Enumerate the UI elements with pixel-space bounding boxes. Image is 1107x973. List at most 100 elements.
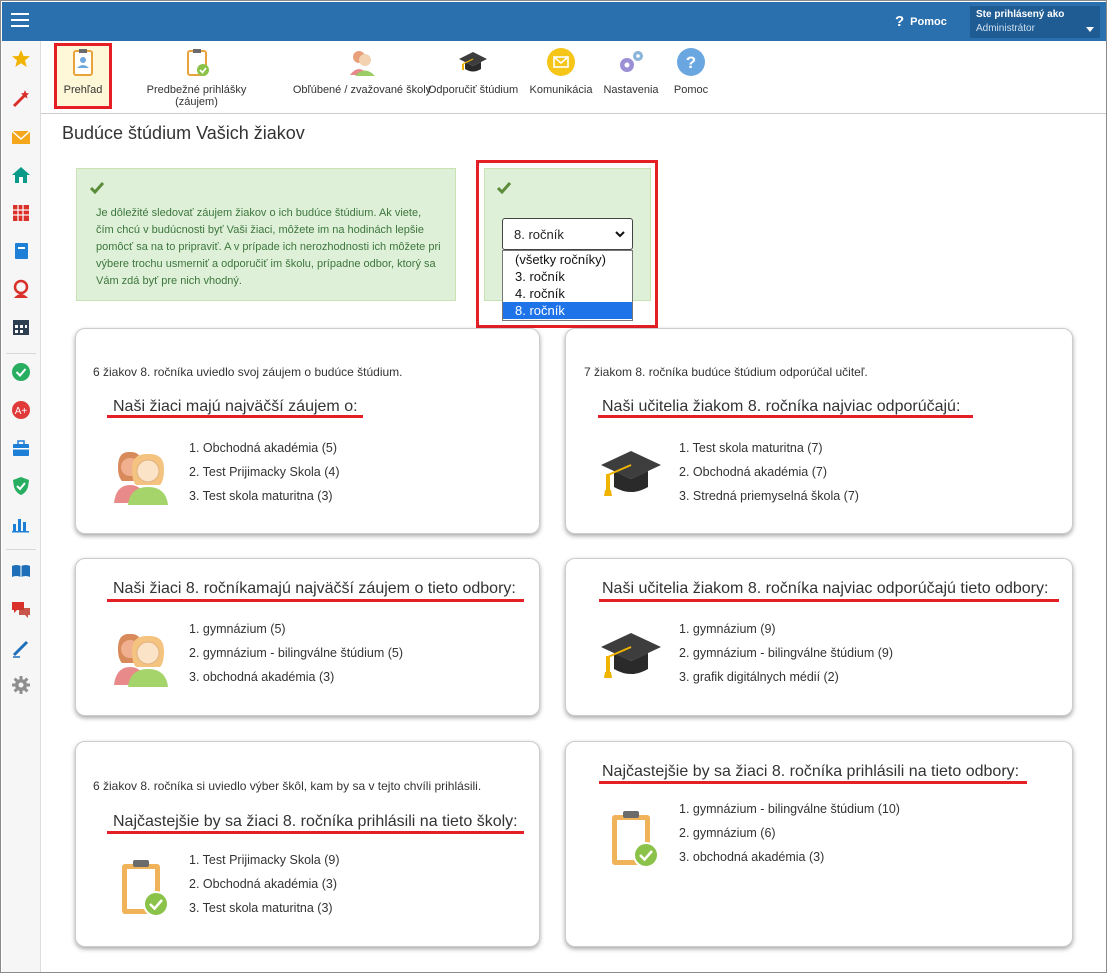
toolbar-item-label: Obľúbené / zvažované školy (292, 84, 432, 96)
sidebar-divider (6, 549, 36, 550)
clipboard-check-icon (122, 860, 169, 917)
list-item: 1. gymnázium - bilingválne štúdium (10) (679, 802, 900, 816)
app-window: ? Pomoc Ste prihlásený ako Administrátor … (0, 0, 1107, 973)
check-circle-icon[interactable] (11, 362, 31, 382)
card-applications-schools: 6 žiakov 8. ročníka si uviedlo výber škô… (75, 741, 540, 947)
toolbar-item-label: Predbežné prihlášky (záujem) (146, 84, 247, 108)
caret-down-icon (1086, 27, 1094, 32)
list-item: 3. obchodná akadémia (3) (189, 670, 335, 684)
user-menu[interactable]: Ste prihlásený ako Administrátor (970, 6, 1100, 38)
toolbar-item-nastavenia[interactable]: Nastavenia (601, 47, 661, 96)
list-item: 3. Stredná priemyselná škola (7) (679, 489, 859, 503)
students-icon (114, 633, 168, 687)
graduation-cap-icon (459, 52, 487, 72)
heading-underline (599, 781, 1027, 784)
card-teacher-recommend-schools: 7 žiakom 8. ročníka budúce štúdium odpor… (565, 328, 1073, 534)
star-icon[interactable] (11, 49, 31, 69)
magic-wand-icon[interactable] (11, 88, 31, 108)
toolbar-item-label: Pomoc (673, 84, 709, 96)
list-item: 1. Obchodná akadémia (5) (189, 441, 338, 455)
shield-check-icon[interactable] (11, 476, 31, 496)
list-item: 2. Test Prijimacky Skola (4) (189, 465, 340, 479)
hamburger-menu-icon[interactable] (11, 13, 29, 27)
list-item: 1. gymnázium (9) (679, 622, 776, 636)
students-icon (350, 51, 375, 76)
toolbar-item-pomoc[interactable]: ? Pomoc (669, 47, 713, 96)
chat-icon[interactable] (11, 599, 31, 619)
grade-option-selected[interactable]: 8. ročník (503, 302, 632, 319)
card-heading: Naši žiaci 8. ročníkamajú najväčší záuje… (113, 580, 516, 597)
toolbar-item-predbezne-prihlasky[interactable]: Predbežné prihlášky (záujem) (124, 47, 269, 108)
top-bar: ? Pomoc Ste prihlásený ako Administrátor (2, 2, 1106, 41)
toolbar-divider (41, 113, 1106, 114)
card-intro: 7 žiakom 8. ročníka budúce štúdium odpor… (584, 365, 868, 379)
notebook-icon[interactable] (11, 241, 31, 261)
envelope-icon[interactable] (11, 127, 31, 147)
heading-underline (599, 599, 1059, 602)
bar-chart-icon[interactable] (11, 514, 31, 534)
toolbar-item-label: Nastavenia (603, 84, 659, 96)
card-heading: Naši žiaci majú najväčší záujem o: (113, 398, 358, 415)
card-heading: Naši učitelia žiakom 8. ročníka najviac … (602, 580, 1049, 597)
toolbar-item-oblubene-skoly[interactable]: Obľúbené / zvažované školy (279, 47, 445, 96)
user-label: Ste prihlásený ako (976, 9, 1065, 20)
heading-underline (107, 415, 363, 418)
ranking-list: 1. Test Prijimacky Skola (9) 2. Obchodná… (189, 852, 340, 924)
list-item: 2. gymnázium (6) (679, 826, 776, 840)
toolbar-item-odporucit-studium[interactable]: Odporučiť štúdium (427, 47, 519, 96)
user-role: Administrátor (976, 23, 1035, 34)
grade-select-value: 8. ročník (514, 227, 564, 242)
card-heading: Najčastejšie by sa žiaci 8. ročníka prih… (602, 763, 1020, 780)
list-item: 3. Test skola maturitna (3) (189, 901, 333, 915)
heading-underline (598, 415, 973, 418)
ranking-list: 1. gymnázium - bilingválne štúdium (10) … (679, 801, 900, 873)
list-item: 1. Test skola maturitna (7) (679, 441, 823, 455)
clipboard-check-icon (186, 49, 209, 76)
help-link[interactable]: ? Pomoc (895, 13, 947, 30)
person-icon[interactable] (11, 279, 31, 299)
ranking-list: 1. gymnázium (5) 2. gymnázium - bilingvá… (189, 621, 403, 693)
gears-icon (620, 51, 643, 72)
grade-icon[interactable]: A+ (11, 400, 31, 420)
heading-underline (107, 599, 524, 602)
heading-underline (107, 831, 524, 834)
ranking-list: 1. Test skola maturitna (7) 2. Obchodná … (679, 440, 859, 512)
toolbar-item-prehlad[interactable]: Prehľad (58, 47, 108, 96)
svg-text:?: ? (686, 53, 696, 72)
grade-option[interactable]: (všetky ročníky) (503, 251, 632, 268)
grade-dropdown-list: (všetky ročníky) 3. ročník 4. ročník 8. … (502, 250, 633, 321)
briefcase-icon[interactable] (11, 438, 31, 458)
students-icon (114, 451, 168, 505)
toolbar-item-label: Prehľad (63, 84, 103, 96)
calendar-grid-icon[interactable] (11, 203, 31, 223)
schedule-icon[interactable] (11, 317, 31, 337)
card-teacher-recommend-programs: Naši učitelia žiakom 8. ročníka najviac … (565, 558, 1073, 716)
card-intro: 6 žiakov 8. ročníka uviedlo svoj záujem … (93, 365, 403, 379)
pen-icon[interactable] (11, 638, 31, 658)
list-item: 1. gymnázium (5) (189, 622, 286, 636)
book-icon[interactable] (11, 561, 31, 581)
grade-option[interactable]: 3. ročník (503, 268, 632, 285)
toolbar-item-komunikacia[interactable]: Komunikácia (527, 47, 595, 96)
ranking-list: 1. gymnázium (9) 2. gymnázium - bilingvá… (679, 621, 893, 693)
envelope-circle-icon (547, 48, 575, 76)
grade-select[interactable]: 8. ročník (502, 218, 633, 250)
toolbar-item-label: Odporučiť štúdium (427, 84, 519, 96)
list-item: 2. Obchodná akadémia (7) (679, 465, 828, 479)
clipboard-person-icon (73, 49, 93, 76)
graduation-cap-icon (601, 633, 661, 678)
chevron-down-icon (615, 231, 625, 238)
list-item: 3. Test skola maturitna (3) (189, 489, 333, 503)
checkmark-icon (90, 182, 104, 194)
help-circle-icon: ? (677, 48, 705, 76)
page-title: Budúce štúdium Vašich žiakov (62, 123, 305, 143)
home-icon[interactable] (11, 165, 31, 185)
list-item: 3. obchodná akadémia (3) (679, 850, 825, 864)
gear-icon[interactable] (11, 675, 31, 695)
card-applications-programs: Najčastejšie by sa žiaci 8. ročníka prih… (565, 741, 1073, 947)
grade-option[interactable]: 4. ročník (503, 285, 632, 302)
info-text: Je dôležité sledovať záujem žiakov o ich… (96, 207, 441, 287)
card-student-interest-schools: 6 žiakov 8. ročníka uviedlo svoj záujem … (75, 328, 540, 534)
list-item: 2. gymnázium - bilingválne štúdium (5) (189, 646, 403, 660)
list-item: 1. Test Prijimacky Skola (9) (189, 853, 340, 867)
